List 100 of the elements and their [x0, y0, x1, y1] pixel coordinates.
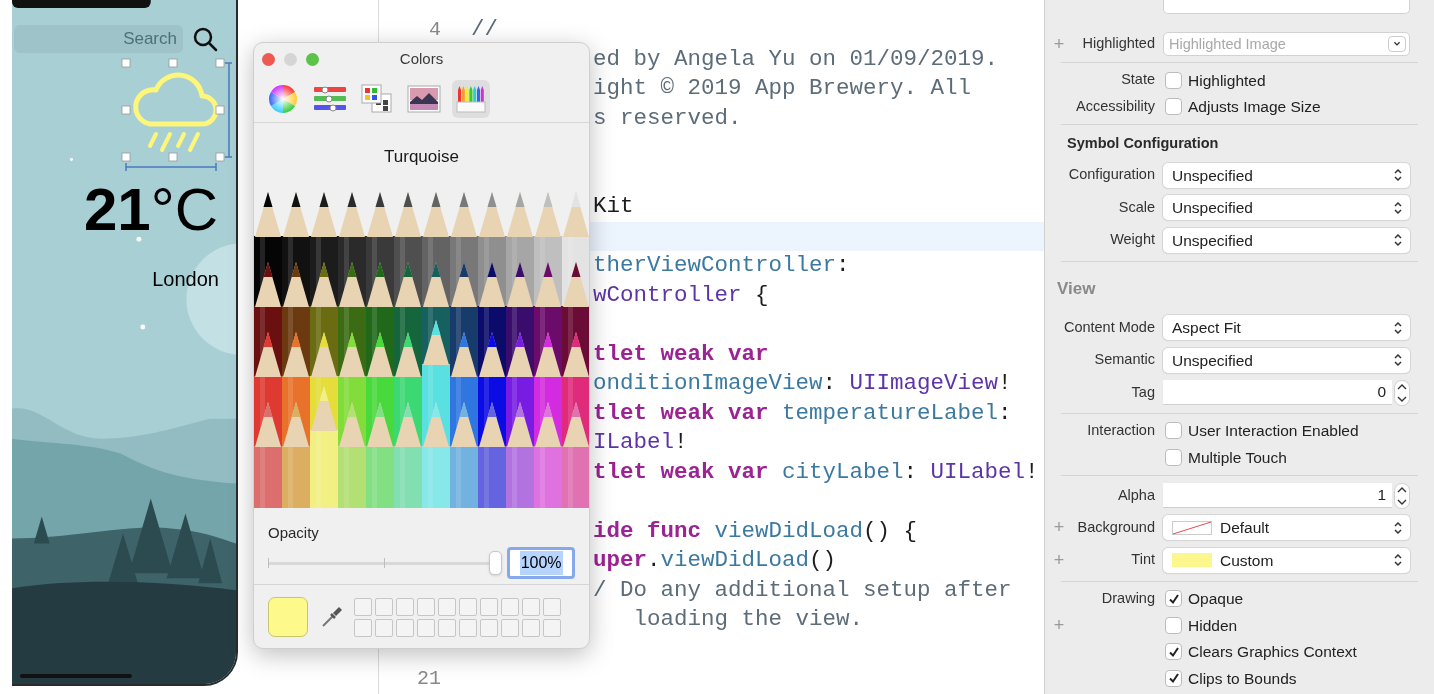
selection-handles[interactable] [121, 58, 225, 162]
zoom-button[interactable] [306, 53, 319, 66]
code-line: s reserved. [593, 103, 742, 133]
section-header: Symbol Configuration [1067, 134, 1219, 154]
swatch-slot[interactable] [501, 618, 519, 637]
popup-button[interactable]: Unspecified [1163, 227, 1410, 253]
code-line: tlet weak var [593, 339, 769, 369]
code-line: wController { [593, 280, 769, 310]
checkbox[interactable] [1165, 422, 1182, 440]
checkbox-label: Hidden [1188, 615, 1238, 636]
swatch-slot[interactable] [354, 597, 372, 616]
swatch-slot[interactable] [480, 597, 498, 616]
color-name: Turquoise [384, 145, 459, 168]
city-label: London [152, 267, 219, 291]
popup-button[interactable]: Unspecified [1163, 162, 1410, 188]
temperature-label: 21°C [83, 180, 218, 240]
stepper-icon[interactable] [1394, 379, 1410, 406]
search-icon[interactable] [193, 26, 218, 52]
up-down-chevron-icon [1394, 353, 1402, 368]
swatch-slot[interactable] [459, 597, 477, 616]
color-well[interactable] [268, 597, 308, 637]
checkbox-label: Clips to Bounds [1188, 668, 1297, 689]
popup-button[interactable]: Aspect Fit [1163, 315, 1410, 341]
checkbox-label: User Interaction Enabled [1188, 421, 1359, 442]
up-down-chevron-icon [1394, 168, 1402, 183]
number-field[interactable]: 0 [1163, 380, 1392, 405]
checkbox[interactable] [1165, 448, 1182, 466]
code-line: / Do any additional setup after [593, 575, 1012, 605]
code-line: uper.viewDidLoad() [593, 546, 837, 576]
checkbox[interactable] [1165, 98, 1182, 116]
field-label: Content Mode [1063, 317, 1155, 337]
code-line: // [471, 15, 498, 45]
swatch-slot[interactable] [375, 597, 393, 616]
swatch-slot[interactable] [480, 618, 498, 637]
palettes-icon [361, 83, 393, 114]
checkbox[interactable] [1165, 643, 1182, 661]
code-line: ight © 2019 App Brewery. All [593, 74, 972, 104]
swatch-slot[interactable] [417, 597, 435, 616]
chevron-down-icon[interactable] [1388, 36, 1406, 52]
field-label: Scale [1118, 197, 1155, 217]
field-label: Accessibility [1076, 96, 1155, 116]
popup-button[interactable]: Custom [1163, 547, 1410, 573]
close-button[interactable] [262, 53, 275, 66]
eyedropper-icon[interactable] [320, 605, 344, 629]
checkbox[interactable] [1165, 616, 1182, 634]
image-field[interactable] [1163, 0, 1410, 14]
code-line: ed by Angela Yu on 01/09/2019. [593, 44, 999, 74]
opacity-field[interactable]: 100% [507, 547, 575, 579]
swatch-slot[interactable] [396, 597, 414, 616]
swatch-slot[interactable] [396, 618, 414, 637]
window-title: Colors [399, 48, 444, 69]
image-combo-field[interactable]: Highlighted Image [1163, 32, 1410, 56]
field-label: Tint [1131, 550, 1155, 570]
minimize-button[interactable] [284, 53, 297, 66]
cloud-rain-icon[interactable] [133, 72, 219, 152]
swatch-slot[interactable] [375, 618, 393, 637]
swatch-slot[interactable] [522, 597, 540, 616]
code-line: tlet weak var temperatureLabel: [593, 398, 1012, 428]
checkbox-label: Adjusts Image Size [1188, 97, 1321, 118]
search-field[interactable]: Search [14, 25, 183, 53]
field-label: State [1121, 70, 1155, 90]
slider-thumb[interactable] [489, 551, 502, 575]
field-label: Drawing [1101, 588, 1155, 608]
swatch-slot[interactable] [522, 618, 540, 637]
field-label: Weight [1110, 230, 1155, 250]
code-line: onditionImageView: UIImageView! [593, 369, 1012, 399]
field-label: Interaction [1087, 420, 1155, 440]
field-label: Configuration [1068, 165, 1155, 185]
code-line: loading the view. [632, 605, 864, 635]
checkbox[interactable] [1165, 590, 1182, 608]
swatch-slot[interactable] [543, 597, 561, 616]
swatch-slot[interactable] [354, 618, 372, 637]
checkbox-label: Clears Graphics Context [1188, 642, 1357, 663]
code-line: therViewController: [593, 251, 850, 281]
checkbox[interactable] [1165, 669, 1182, 687]
swatch-slot[interactable] [459, 618, 477, 637]
up-down-chevron-icon [1394, 233, 1402, 248]
swatch-slot[interactable] [417, 618, 435, 637]
color-wheel-icon [268, 83, 298, 114]
field-label: Background [1077, 517, 1155, 537]
number-field[interactable]: 1 [1163, 483, 1392, 508]
swatch-slot[interactable] [438, 618, 456, 637]
swatch-slot[interactable] [543, 618, 561, 637]
checkbox-label: Multiple Touch [1188, 447, 1287, 468]
swatch-slot[interactable] [501, 597, 519, 616]
popup-button[interactable]: Default [1163, 515, 1410, 541]
field-label: Alpha [1117, 485, 1155, 505]
opacity-label: Opacity [268, 523, 320, 543]
field-label: Highlighted [1082, 34, 1155, 54]
code-line: Kit [593, 192, 634, 222]
opacity-slider[interactable] [268, 551, 502, 575]
popup-button[interactable]: Unspecified [1163, 347, 1410, 373]
section-title: View [1057, 277, 1096, 300]
stepper-icon[interactable] [1394, 482, 1410, 509]
checkbox[interactable] [1165, 71, 1182, 89]
swatch-slot[interactable] [438, 597, 456, 616]
popup-button[interactable]: Unspecified [1163, 195, 1410, 221]
up-down-chevron-icon [1394, 200, 1402, 215]
checkbox-label: Opaque [1188, 589, 1244, 610]
up-down-chevron-icon [1394, 520, 1402, 535]
